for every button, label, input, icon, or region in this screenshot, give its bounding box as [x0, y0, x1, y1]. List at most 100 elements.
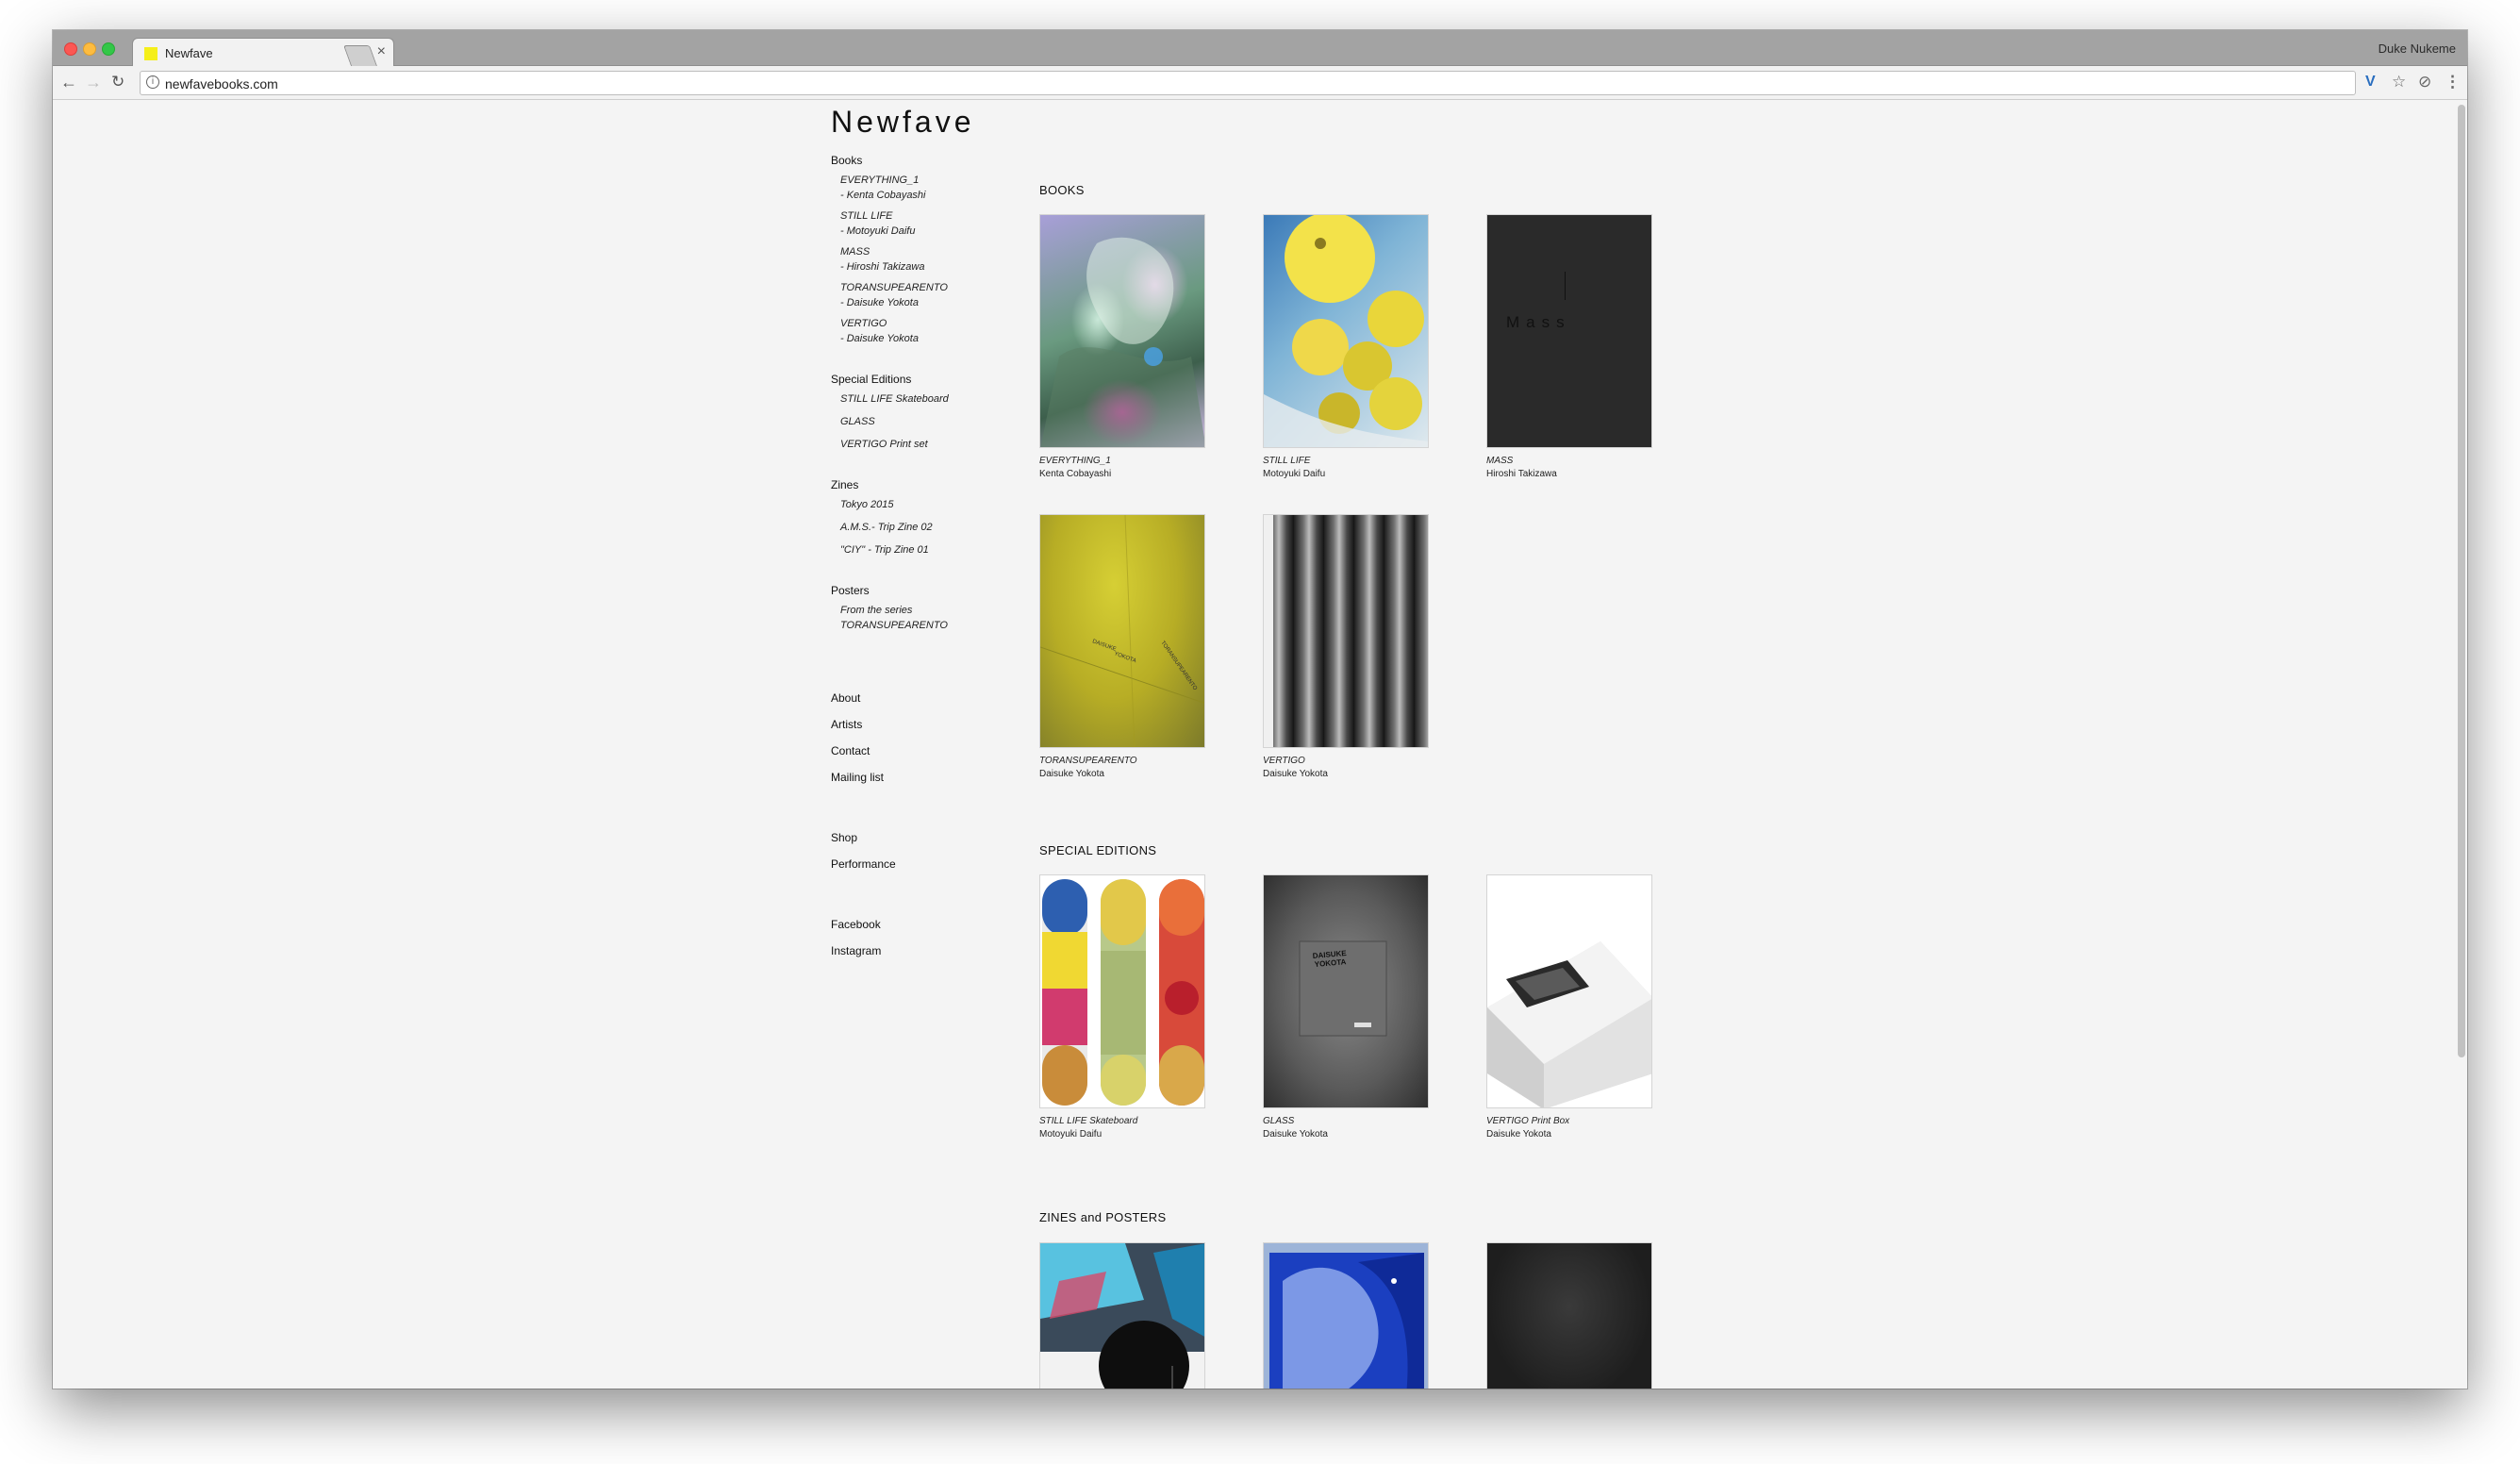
profile-name[interactable]: Duke Nukeme: [2379, 42, 2456, 56]
nav-item-book[interactable]: VERTIGO - Daisuke Yokota: [831, 316, 1029, 346]
special-title: VERTIGO Print Box: [1486, 1116, 1570, 1126]
nav-item-special[interactable]: STILL LIFE Skateboard: [840, 391, 1029, 407]
nav-book-title: STILL LIFE: [840, 210, 893, 222]
book-title: TORANSUPEARENTO: [1039, 756, 1137, 766]
info-icon[interactable]: i: [146, 75, 159, 89]
book-author: Daisuke Yokota: [1039, 769, 1104, 779]
nav-item-zine[interactable]: A.M.S.- Trip Zine 02: [840, 520, 1029, 535]
special-cover-image[interactable]: DAISUKE YOKOTA: [1263, 874, 1429, 1108]
nav-link-shop[interactable]: Shop: [831, 831, 1029, 844]
nav-heading-posters[interactable]: Posters: [831, 584, 1029, 597]
nav-item-special[interactable]: VERTIGO Print set: [840, 437, 1029, 452]
zine-card[interactable]: [1039, 1242, 1205, 1389]
nav-book-title: TORANSUPEARENTO: [840, 282, 948, 293]
book-title: MASS: [1486, 456, 1514, 466]
poster-card[interactable]: [1263, 1242, 1429, 1389]
special-author: Daisuke Yokota: [1486, 1129, 1551, 1140]
poster-cover-image[interactable]: [1263, 1242, 1429, 1389]
reload-icon[interactable]: ↻: [111, 72, 124, 92]
special-title: GLASS: [1263, 1116, 1295, 1126]
cover-title-text: Mass: [1506, 313, 1571, 331]
window-maximize-button[interactable]: [102, 42, 115, 56]
window-minimize-button[interactable]: [83, 42, 96, 56]
special-card[interactable]: VERTIGO Print Box Daisuke Yokota: [1486, 874, 1652, 1140]
poster-cover-image[interactable]: [1486, 1242, 1652, 1389]
book-card[interactable]: Mass MASS Hiroshi Takizawa: [1486, 214, 1652, 479]
book-title: EVERYTHING_1: [1039, 456, 1111, 466]
poster-card[interactable]: [1486, 1242, 1652, 1389]
book-cover-image[interactable]: Mass: [1486, 214, 1652, 448]
nav-item-book[interactable]: TORANSUPEARENTO - Daisuke Yokota: [831, 280, 1029, 310]
svg-text:YOKOTA: YOKOTA: [1113, 651, 1136, 664]
nav-heading-zines[interactable]: Zines: [831, 478, 1029, 491]
window-close-button[interactable]: [64, 42, 77, 56]
nav-book-author: - Kenta Cobayashi: [840, 190, 926, 201]
book-cover-image[interactable]: [1263, 214, 1429, 448]
menu-dots-icon[interactable]: ⋮: [2445, 73, 2461, 92]
title-bar: Newfave × Duke Nukeme: [53, 30, 2467, 67]
book-title: VERTIGO: [1263, 756, 1305, 766]
nav-link-instagram[interactable]: Instagram: [831, 944, 1029, 957]
forward-arrow-icon[interactable]: →: [85, 72, 102, 92]
nav-book-title: MASS: [840, 246, 870, 258]
nav-link-performance[interactable]: Performance: [831, 857, 1029, 871]
back-arrow-icon[interactable]: ←: [60, 72, 77, 92]
page-viewport: Newfave Books EVERYTHING_1 - Kenta Cobay…: [53, 101, 2467, 1389]
book-cover-image[interactable]: [1039, 214, 1205, 448]
nav-item-zine[interactable]: "CIY" - Trip Zine 01: [840, 542, 1029, 557]
nav-link-mailing-list[interactable]: Mailing list: [831, 771, 1029, 784]
nav-item-special[interactable]: GLASS: [840, 414, 1029, 429]
site-logo[interactable]: Newfave: [831, 105, 975, 140]
bookmark-star-icon[interactable]: ☆: [2392, 73, 2406, 92]
section-heading-special-editions: SPECIAL EDITIONS: [1039, 843, 1157, 857]
nav-heading-special-editions[interactable]: Special Editions: [831, 373, 1029, 386]
special-author: Daisuke Yokota: [1263, 1129, 1328, 1140]
nav-link-contact[interactable]: Contact: [831, 744, 1029, 757]
tab-close-icon[interactable]: ×: [377, 44, 386, 59]
book-card[interactable]: EVERYTHING_1 Kenta Cobayashi: [1039, 214, 1205, 479]
section-heading-books: BOOKS: [1039, 183, 1085, 197]
book-card[interactable]: STILL LIFE Motoyuki Daifu: [1263, 214, 1429, 479]
scrollbar[interactable]: [2458, 105, 2465, 1057]
nav-book-title: VERTIGO: [840, 318, 887, 329]
book-cover-image[interactable]: DAISUKE YOKOTA TORANSUPEARENTO: [1039, 514, 1205, 748]
extension-v-icon[interactable]: V: [2365, 73, 2376, 92]
nav-book-author: - Hiroshi Takizawa: [840, 261, 925, 273]
cover-line: [1565, 272, 1566, 300]
special-cover-image[interactable]: [1486, 874, 1652, 1108]
extension-icon[interactable]: ⊘: [2418, 73, 2431, 92]
nav-item-book[interactable]: EVERYTHING_1 - Kenta Cobayashi: [831, 173, 1029, 203]
nav-poster-line: From the series: [840, 605, 913, 616]
special-card[interactable]: DAISUKE YOKOTA GLASS Daisuke Yokota: [1263, 874, 1429, 1140]
book-author: Hiroshi Takizawa: [1486, 469, 1557, 479]
book-card[interactable]: DAISUKE YOKOTA TORANSUPEARENTO TORANSUPE…: [1039, 514, 1205, 779]
nav-heading-books[interactable]: Books: [831, 154, 1029, 167]
special-title: STILL LIFE Skateboard: [1039, 1116, 1138, 1126]
url-text[interactable]: newfavebooks.com: [165, 76, 278, 92]
svg-text:DAISUKE: DAISUKE: [1091, 639, 1117, 653]
book-card[interactable]: VERTIGO Daisuke Yokota: [1263, 514, 1429, 779]
nav-item-book[interactable]: MASS - Hiroshi Takizawa: [831, 244, 1029, 274]
nav-item-poster[interactable]: From the series TORANSUPEARENTO: [831, 603, 1029, 633]
nav-link-artists[interactable]: Artists: [831, 718, 1029, 731]
special-card[interactable]: STILL LIFE Skateboard Motoyuki Daifu: [1039, 874, 1205, 1140]
nav-poster-line: TORANSUPEARENTO: [840, 620, 948, 631]
nav-link-facebook[interactable]: Facebook: [831, 918, 1029, 931]
book-author: Kenta Cobayashi: [1039, 469, 1112, 479]
browser-window: Newfave × Duke Nukeme ← → ↻ i newfaveboo…: [53, 30, 2467, 1389]
special-cover-image[interactable]: [1039, 874, 1205, 1108]
nav-link-about[interactable]: About: [831, 691, 1029, 705]
nav-book-title: EVERYTHING_1: [840, 175, 920, 186]
zine-cover-image[interactable]: [1039, 1242, 1205, 1389]
sidebar-nav: Books EVERYTHING_1 - Kenta Cobayashi STI…: [831, 154, 1029, 957]
favicon-icon: [144, 47, 158, 60]
special-author: Motoyuki Daifu: [1039, 1129, 1102, 1140]
browser-toolbar: ← → ↻ i newfavebooks.com V ☆ ⊘ ⋮: [53, 66, 2467, 100]
nav-book-author: - Daisuke Yokota: [840, 297, 919, 308]
book-title: STILL LIFE: [1263, 456, 1311, 466]
book-cover-image[interactable]: [1263, 514, 1429, 748]
nav-item-book[interactable]: STILL LIFE - Motoyuki Daifu: [831, 208, 1029, 239]
svg-text:TORANSUPEARENTO: TORANSUPEARENTO: [1159, 640, 1198, 692]
nav-item-zine[interactable]: Tokyo 2015: [840, 497, 1029, 512]
address-bar[interactable]: i newfavebooks.com: [140, 71, 2356, 95]
